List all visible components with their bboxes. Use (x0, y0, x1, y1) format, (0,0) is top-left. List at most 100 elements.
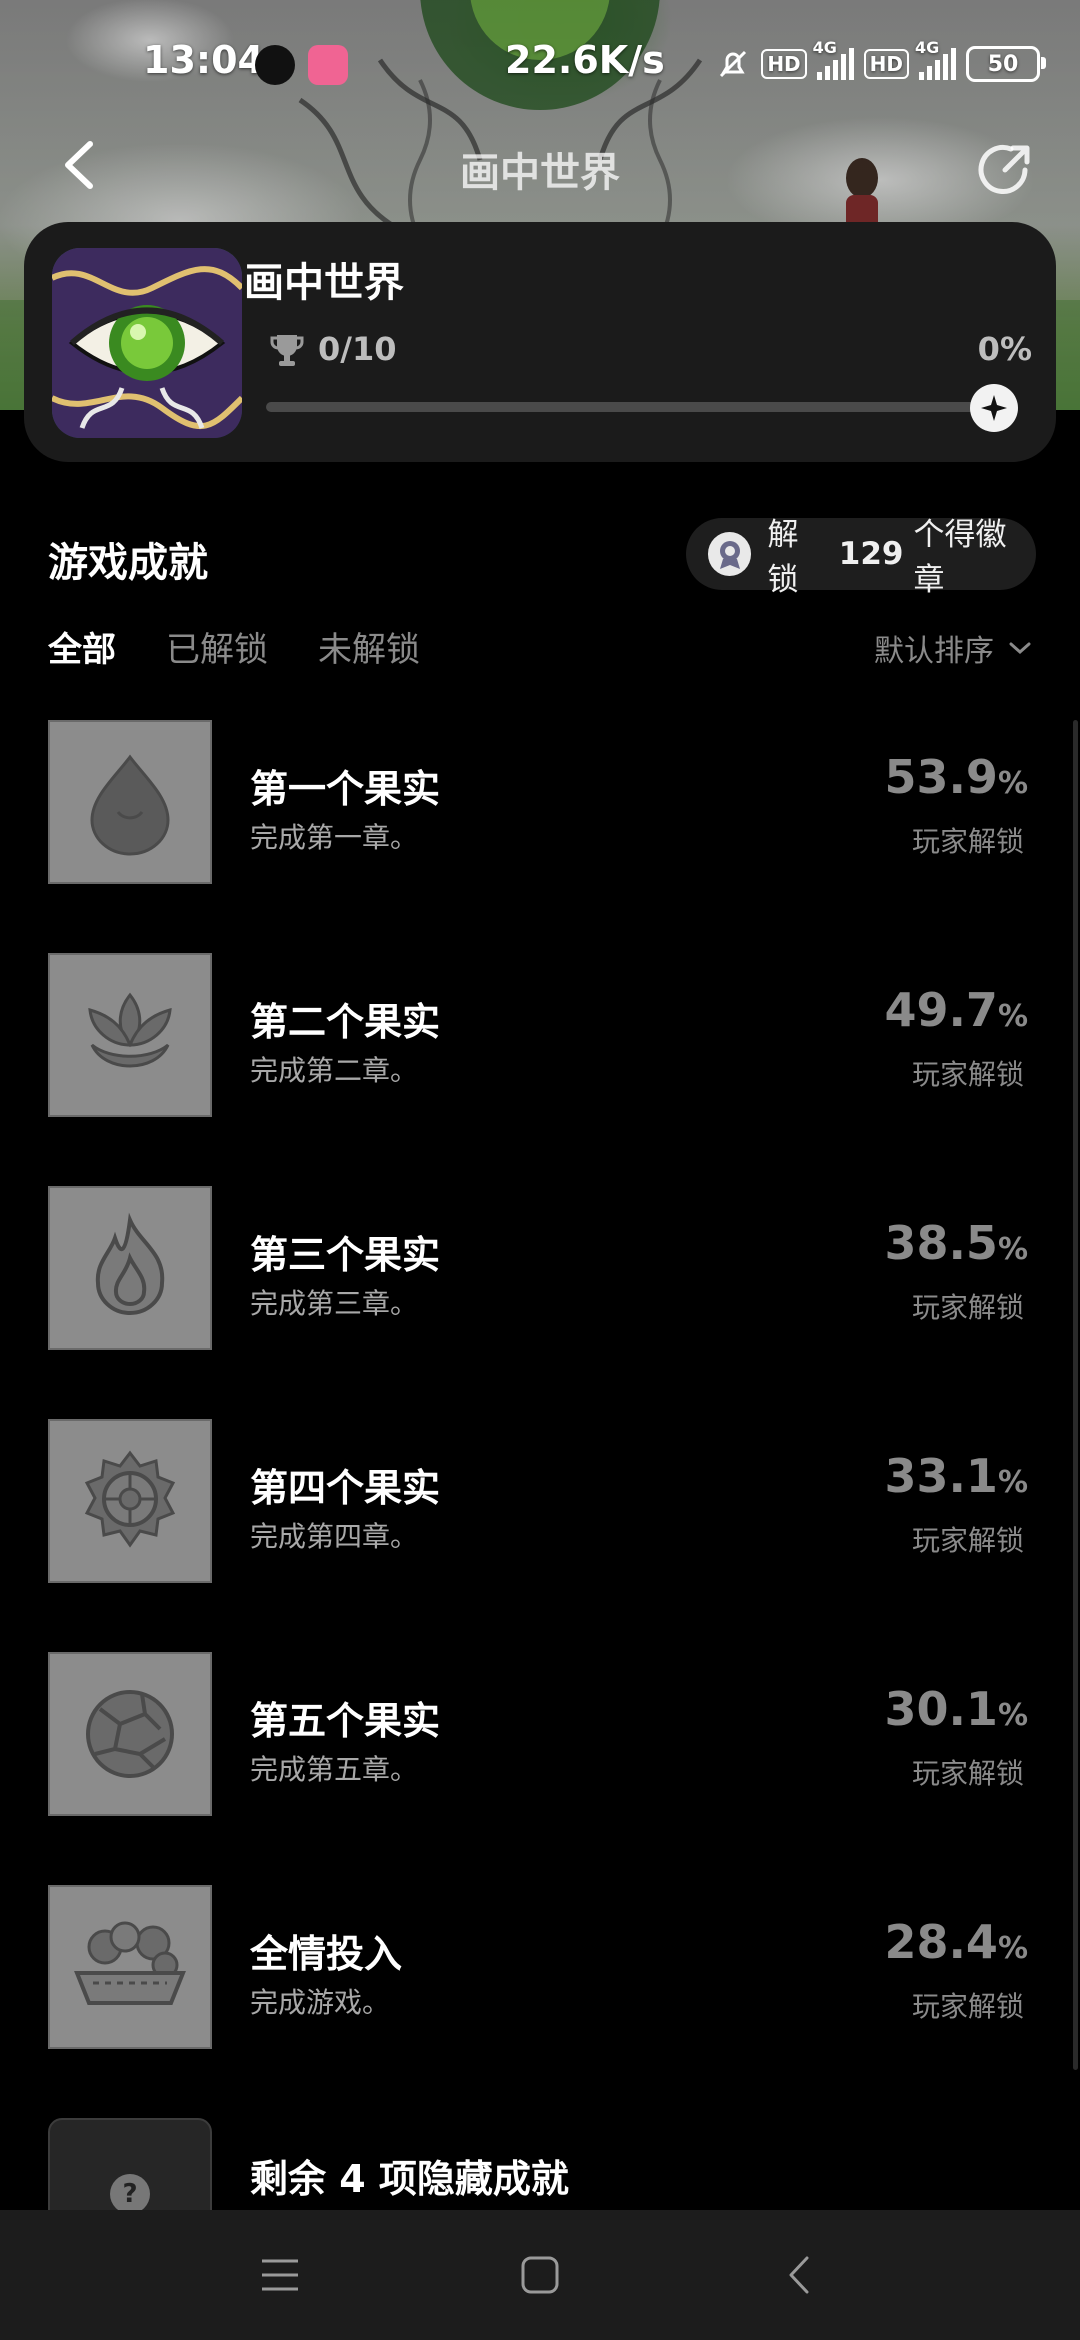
unlock-rate: 38.5% (884, 1216, 1028, 1270)
rate-value: 53.9 (884, 750, 998, 804)
battery-level: 50 (987, 51, 1019, 77)
system-back-button[interactable] (770, 2250, 830, 2300)
rate-value: 38.5 (884, 1216, 998, 1270)
completion-percent: 0% (977, 330, 1032, 368)
unlock-rate-label: 玩家解锁 (911, 1524, 1024, 1557)
lotus-icon (48, 953, 212, 1117)
flame-icon (48, 1186, 212, 1350)
rate-unit: % (997, 1465, 1028, 1500)
achievement-row-5[interactable]: 第五个果实 完成第五章。 30.1% 玩家解锁 (0, 1652, 1080, 1885)
filter-tabs: 全部 已解锁 未解锁 (48, 622, 420, 671)
unlock-rate: 53.9% (884, 750, 1028, 804)
medal-icon (708, 532, 752, 576)
unlock-rate-label: 玩家解锁 (911, 1757, 1024, 1790)
scrollbar[interactable] (1073, 720, 1078, 2070)
tab-locked[interactable]: 未解锁 (318, 622, 420, 671)
chevron-down-icon (1009, 642, 1031, 655)
cracked-orb-icon (48, 1652, 212, 1816)
network-type-label: 4G (812, 38, 837, 57)
achievement-row-3[interactable]: 第三个果实 完成第三章。 38.5% 玩家解锁 (0, 1186, 1080, 1419)
game-title: 画中世界 (244, 260, 404, 306)
tab-unlocked[interactable]: 已解锁 (166, 622, 268, 671)
system-navigation-bar (0, 2210, 1080, 2340)
rate-value: 30.1 (884, 1682, 998, 1736)
section-title: 游戏成就 (48, 540, 208, 586)
badge-unlock-pill[interactable]: 解锁 129 个得徽章 (686, 517, 1036, 598)
network-type-label-2: 4G (915, 38, 940, 57)
gear-flower-icon (48, 1419, 212, 1583)
rate-value: 49.7 (884, 983, 998, 1037)
achievement-desc: 完成游戏。 (250, 1986, 391, 2019)
page-title: 画中世界 (460, 150, 620, 196)
achievement-row-2[interactable]: 第二个果实 完成第二章。 49.7% 玩家解锁 (0, 953, 1080, 1186)
achievement-row-1[interactable]: 第一个果实 完成第一章。 53.9% 玩家解锁 (0, 720, 1080, 953)
rate-value: 28.4 (884, 1915, 998, 1969)
achievement-desc: 完成第三章。 (250, 1287, 419, 1320)
unlock-rate-label: 玩家解锁 (911, 1058, 1024, 1091)
signal-icon-2: 4G (915, 38, 956, 80)
sort-label: 默认排序 (874, 634, 994, 669)
eye-artwork-icon (52, 248, 242, 438)
fruit-drop-icon (48, 720, 212, 884)
achievement-desc: 完成第四章。 (250, 1520, 419, 1553)
share-button[interactable] (970, 135, 1040, 205)
badge-count: 129 (838, 536, 904, 572)
achievement-count: 0/10 (318, 330, 397, 368)
game-cover-image (52, 248, 242, 438)
achievement-desc: 完成第二章。 (250, 1054, 419, 1087)
question-mark-icon: ? (110, 2174, 150, 2214)
badge-medal-icon (719, 541, 740, 569)
achievement-list: 第一个果实 完成第一章。 53.9% 玩家解锁 第二个果实 完成第二章。 49.… (0, 720, 1080, 2118)
trophy-icon (270, 335, 304, 366)
achievement-title: 第五个果实 (250, 1699, 441, 1743)
menu-icon (262, 2259, 298, 2291)
tab-all[interactable]: 全部 (48, 622, 116, 671)
star-badge-icon[interactable] (970, 384, 1018, 432)
status-time: 13:04 (143, 38, 264, 82)
rate-unit: % (997, 1698, 1028, 1733)
unlock-rate: 33.1% (884, 1449, 1028, 1503)
achievement-title: 第三个果实 (250, 1233, 441, 1277)
rate-unit: % (997, 1931, 1028, 1966)
unlock-rate: 30.1% (884, 1682, 1028, 1736)
game-summary-card[interactable] (24, 222, 1056, 462)
unlock-rate-label: 玩家解锁 (911, 825, 1024, 858)
achievement-desc: 完成第五章。 (250, 1753, 419, 1786)
triangle-back-icon (789, 2256, 809, 2294)
status-bar: 13:04 22.6K/s HD 4G HD 4G 50 (0, 0, 1080, 130)
qq-notification-icon (255, 45, 295, 85)
achievement-row-6[interactable]: 全情投入 完成游戏。 28.4% 玩家解锁 (0, 1885, 1080, 2118)
sparkle-icon (981, 395, 1007, 421)
home-button[interactable] (510, 2250, 570, 2300)
hidden-achievements-title: 剩余 4 项隐藏成就 (250, 2157, 569, 2201)
badge-prefix: 解锁 (767, 517, 799, 598)
achievement-title: 第四个果实 (250, 1466, 441, 1510)
achievement-title: 全情投入 (250, 1932, 403, 1976)
achievement-row-4[interactable]: 第四个果实 完成第四章。 33.1% 玩家解锁 (0, 1419, 1080, 1652)
hd-badge: HD (761, 49, 807, 79)
rate-unit: % (997, 1232, 1028, 1267)
bilibili-notification-icon (308, 45, 348, 85)
hd-badge-2: HD (863, 49, 909, 79)
achievement-title: 第一个果实 (250, 767, 441, 811)
rate-value: 33.1 (884, 1449, 998, 1503)
signal-icon: 4G (813, 38, 854, 80)
achievement-title: 第二个果实 (250, 1000, 441, 1044)
square-icon (521, 2256, 559, 2294)
status-indicators: HD 4G HD 4G 50 (715, 38, 1046, 82)
fruit-bowl-icon (48, 1885, 212, 2049)
sort-dropdown[interactable]: 默认排序 (874, 626, 1032, 670)
achievement-desc: 完成第一章。 (250, 821, 419, 854)
unlock-rate-label: 玩家解锁 (911, 1291, 1024, 1324)
completion-progress-bar (266, 402, 990, 412)
unlock-rate-label: 玩家解锁 (911, 1990, 1024, 2023)
badge-suffix: 个得徽章 (913, 517, 1007, 598)
alarm-off-icon (720, 50, 747, 78)
unlock-rate: 28.4% (884, 1915, 1028, 1969)
network-speed: 22.6K/s (505, 38, 665, 82)
rate-unit: % (997, 766, 1028, 801)
share-icon (978, 145, 1030, 194)
recent-apps-button[interactable] (250, 2250, 310, 2300)
unlock-rate: 49.7% (884, 983, 1028, 1037)
battery-icon: 50 (966, 46, 1046, 82)
